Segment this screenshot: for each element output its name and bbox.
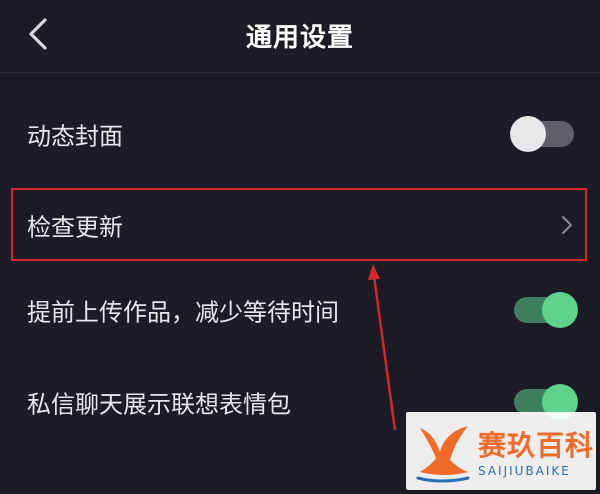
watermark-text: 赛玖百科 [478, 429, 595, 462]
pre-upload-toggle[interactable] [514, 292, 578, 328]
toggle-knob [542, 292, 578, 328]
nav-bar: 通用设置 [0, 0, 600, 73]
general-settings-screen: 通用设置 动态封面 检查更新 提前上传作品，减少等待时间 私信聊天展示联想表情包 [0, 0, 600, 494]
setting-label: 私信聊天展示联想表情包 [27, 390, 291, 419]
toggle-knob [510, 116, 546, 152]
setting-row-check-update[interactable]: 检查更新 [0, 187, 600, 263]
watermark-subtext: SAIJIUBAIKE [478, 464, 571, 478]
setting-label: 检查更新 [27, 213, 123, 242]
chevron-right-icon [562, 216, 572, 234]
setting-label: 提前上传作品，减少等待时间 [27, 298, 339, 327]
setting-row-pre-upload: 提前上传作品，减少等待时间 [0, 272, 600, 348]
page-title: 通用设置 [245, 23, 354, 53]
setting-row-dynamic-cover: 动态封面 [0, 96, 600, 172]
whale-tail-logo-icon [416, 426, 470, 483]
watermark: 赛玖百科 SAIJIUBAIKE [406, 412, 596, 490]
setting-label: 动态封面 [27, 122, 123, 151]
dynamic-cover-toggle[interactable] [510, 116, 574, 152]
